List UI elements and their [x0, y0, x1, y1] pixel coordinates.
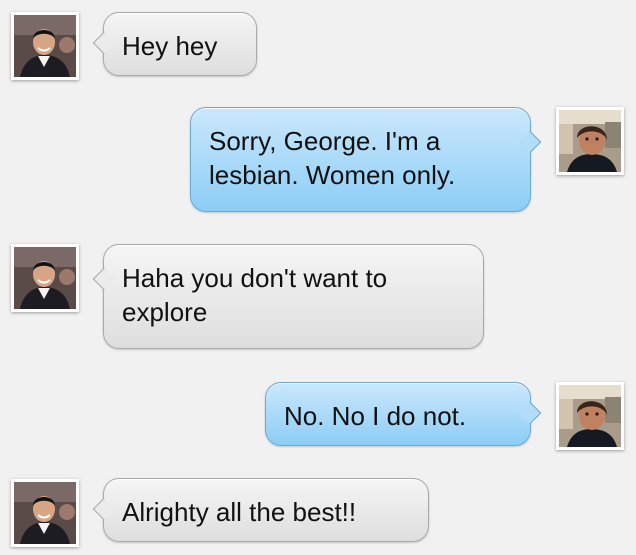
contact-photo — [14, 482, 76, 544]
message-text: No. No I do not. — [284, 401, 467, 431]
message-bubble-incoming[interactable]: Hey hey — [92, 12, 257, 76]
bubble-tail — [518, 130, 542, 154]
message-text: Alrighty all the best!! — [122, 497, 357, 527]
bubble-tail — [92, 497, 116, 521]
contact-avatar-icon[interactable] — [11, 12, 79, 80]
contact-photo — [14, 15, 76, 77]
message-text: Hey hey — [122, 31, 218, 61]
user-avatar-icon[interactable] — [556, 382, 624, 450]
contact-photo — [14, 247, 76, 309]
contact-avatar-icon[interactable] — [11, 244, 79, 312]
message-text: Sorry, George. I'm a lesbian. Women only… — [209, 126, 456, 190]
user-photo — [559, 110, 621, 172]
message-bubble-outgoing[interactable]: Sorry, George. I'm a lesbian. Women only… — [190, 107, 542, 212]
user-avatar-icon[interactable] — [556, 107, 624, 175]
bubble-tail — [92, 31, 116, 55]
bubble-tail — [518, 401, 542, 425]
user-photo — [559, 385, 621, 447]
bubble-tail — [92, 267, 116, 291]
message-text: Haha you don't want to explore — [122, 263, 388, 327]
message-bubble-incoming[interactable]: Alrighty all the best!! — [92, 478, 429, 542]
message-thread: Hey hey Sorry, George. I'm a lesbian. Wo… — [0, 0, 636, 555]
contact-avatar-icon[interactable] — [11, 479, 79, 547]
message-bubble-incoming[interactable]: Haha you don't want to explore — [92, 244, 484, 349]
message-bubble-outgoing[interactable]: No. No I do not. — [265, 382, 542, 446]
